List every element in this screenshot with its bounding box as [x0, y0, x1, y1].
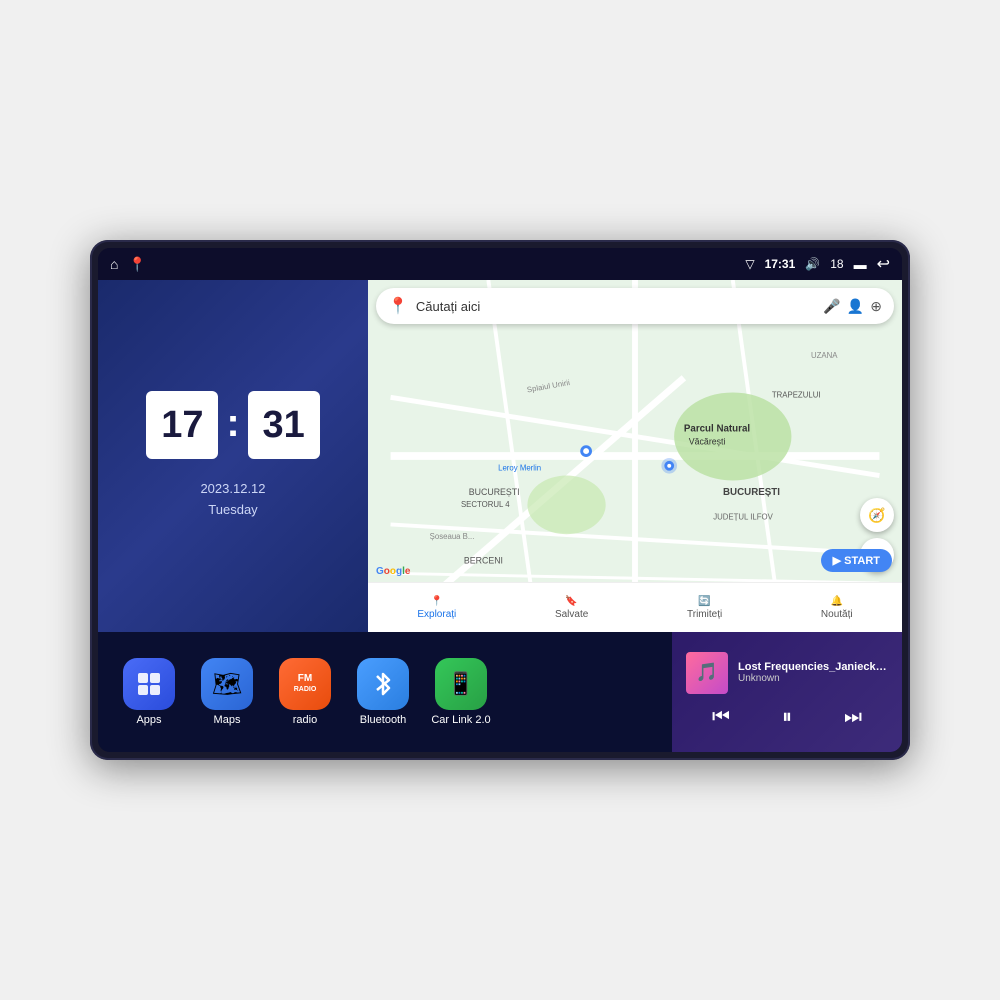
- home-icon[interactable]: ⌂: [110, 256, 118, 272]
- battery-level: 18: [830, 257, 843, 271]
- screen: ⌂ 📍 ▽ 17:31 🔊 18 ▬ ↩ 17 :: [98, 248, 902, 752]
- svg-text:UZANA: UZANA: [811, 351, 838, 360]
- clock-colon: :: [226, 401, 239, 446]
- main-content: 17 : 31 2023.12.12 Tuesday: [98, 280, 902, 752]
- news-label: Noutăți: [821, 609, 853, 620]
- svg-text:SECTORUL 4: SECTORUL 4: [461, 500, 510, 509]
- voice-search-icon[interactable]: 🎤: [823, 298, 840, 315]
- music-title: Lost Frequencies_Janieck Devy-...: [738, 661, 888, 673]
- maps-label: Maps: [214, 714, 241, 726]
- music-artist: Unknown: [738, 673, 888, 684]
- map-search-icons: 🎤 👤 ⊕: [823, 298, 882, 315]
- svg-text:BUCUREȘTI: BUCUREȘTI: [723, 487, 780, 498]
- carlink-icon: 📱: [435, 658, 487, 710]
- svg-text:TRAPEZULUI: TRAPEZULUI: [772, 390, 821, 399]
- music-player: 🎵 Lost Frequencies_Janieck Devy-... Unkn…: [672, 632, 902, 752]
- bluetooth-label: Bluetooth: [360, 714, 406, 726]
- app-item-maps[interactable]: 🗺 Maps: [192, 658, 262, 726]
- volume-icon: 🔊: [805, 257, 820, 271]
- send-icon: 🔄: [698, 596, 710, 607]
- map-background: Parcul Natural Văcărești BUCUREȘTI SECTO…: [368, 280, 902, 632]
- svg-text:BERCENI: BERCENI: [464, 556, 503, 566]
- account-icon[interactable]: 👤: [847, 298, 864, 315]
- clock-minute: 31: [248, 391, 320, 459]
- map-bottom-nav: 📍 Explorați 🔖 Salvate 🔄 Trimiteți �: [368, 582, 902, 632]
- status-bar: ⌂ 📍 ▽ 17:31 🔊 18 ▬ ↩: [98, 248, 902, 280]
- apps-dock: Apps 🗺 Maps FMRADIO radio: [98, 632, 672, 752]
- location-icon[interactable]: 📍: [128, 256, 145, 273]
- svg-text:Văcărești: Văcărești: [689, 436, 726, 446]
- map-nav-explore[interactable]: 📍 Explorați: [417, 596, 456, 620]
- apps-grid-icon: [135, 670, 163, 698]
- send-label: Trimiteți: [687, 609, 722, 620]
- svg-text:BUCUREȘTI: BUCUREȘTI: [469, 487, 520, 497]
- clock-hour: 17: [146, 391, 218, 459]
- app-item-carlink[interactable]: 📱 Car Link 2.0: [426, 658, 496, 726]
- apps-label: Apps: [136, 714, 161, 726]
- next-track-button[interactable]: ⏭: [836, 702, 870, 733]
- status-right: ▽ 17:31 🔊 18 ▬ ↩: [745, 254, 890, 274]
- music-info: 🎵 Lost Frequencies_Janieck Devy-... Unkn…: [686, 652, 888, 694]
- bottom-row: Apps 🗺 Maps FMRADIO radio: [98, 632, 902, 752]
- battery-icon: ▬: [854, 257, 867, 272]
- map-nav-send[interactable]: 🔄 Trimiteți: [687, 596, 722, 620]
- radio-icon: FMRADIO: [279, 658, 331, 710]
- google-logo: Google: [376, 566, 410, 577]
- map-nav-saved[interactable]: 🔖 Salvate: [555, 596, 588, 620]
- radio-label: radio: [293, 714, 317, 726]
- saved-icon: 🔖: [565, 596, 577, 607]
- svg-text:JUDEȚUL ILFOV: JUDEȚUL ILFOV: [713, 513, 773, 522]
- svg-text:Leroy Merlin: Leroy Merlin: [498, 464, 541, 473]
- signal-icon: ▽: [745, 257, 754, 271]
- layers-icon[interactable]: ⊕: [870, 298, 882, 315]
- status-left-icons: ⌂ 📍: [110, 256, 146, 273]
- music-thumbnail: 🎵: [686, 652, 728, 694]
- time-display: 17:31: [765, 257, 796, 271]
- google-maps-icon: 📍: [388, 296, 408, 316]
- explore-label: Explorați: [417, 609, 456, 620]
- map-panel[interactable]: Parcul Natural Văcărești BUCUREȘTI SECTO…: [368, 280, 902, 632]
- play-pause-button[interactable]: ⏸: [774, 702, 800, 733]
- news-icon: 🔔: [831, 596, 843, 607]
- bluetooth-symbol: [371, 670, 395, 698]
- svg-text:Parcul Natural: Parcul Natural: [684, 424, 751, 435]
- music-controls: ⏮ ⏸ ⏭: [686, 702, 888, 733]
- carlink-label: Car Link 2.0: [431, 714, 490, 726]
- app-item-bluetooth[interactable]: Bluetooth: [348, 658, 418, 726]
- explore-icon: 📍: [431, 596, 443, 607]
- start-navigation-button[interactable]: ▶ START: [821, 549, 892, 572]
- bluetooth-icon: [357, 658, 409, 710]
- apps-icon: [123, 658, 175, 710]
- device: ⌂ 📍 ▽ 17:31 🔊 18 ▬ ↩ 17 :: [90, 240, 910, 760]
- clock-display: 17 : 31: [146, 391, 319, 459]
- maps-icon: 🗺: [201, 658, 253, 710]
- saved-label: Salvate: [555, 609, 588, 620]
- map-search-bar[interactable]: 📍 Căutați aici 🎤 👤 ⊕: [376, 288, 894, 324]
- music-text: Lost Frequencies_Janieck Devy-... Unknow…: [738, 661, 888, 684]
- back-icon[interactable]: ↩: [877, 254, 890, 274]
- app-item-radio[interactable]: FMRADIO radio: [270, 658, 340, 726]
- app-item-apps[interactable]: Apps: [114, 658, 184, 726]
- clock-date: 2023.12.12 Tuesday: [200, 479, 265, 521]
- map-nav-news[interactable]: 🔔 Noutăți: [821, 596, 853, 620]
- compass-button[interactable]: 🧭: [860, 498, 894, 532]
- search-text[interactable]: Căutați aici: [416, 299, 815, 314]
- prev-track-button[interactable]: ⏮: [704, 702, 738, 733]
- clock-panel: 17 : 31 2023.12.12 Tuesday: [98, 280, 368, 632]
- svg-text:Șoseaua B...: Șoseaua B...: [430, 532, 475, 541]
- day-text: Tuesday: [200, 500, 265, 521]
- top-row: 17 : 31 2023.12.12 Tuesday: [98, 280, 902, 632]
- map-svg: Parcul Natural Văcărești BUCUREȘTI SECTO…: [368, 280, 902, 632]
- date-text: 2023.12.12: [200, 479, 265, 500]
